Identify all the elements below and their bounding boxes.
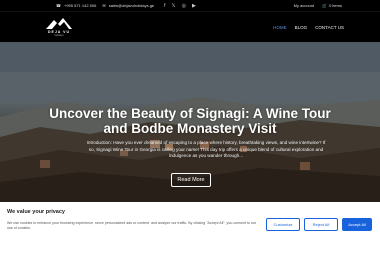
mountain-logo-icon [46,18,72,29]
facebook-icon[interactable]: f [164,3,165,9]
instagram-icon[interactable]: ◎ [182,3,186,9]
cart-count: 0 items [329,3,342,8]
hero-title[interactable]: Uncover the Beauty of Signagi: A Wine To… [40,106,340,136]
phone-number[interactable]: +995 571 142 506 [64,3,96,8]
nav-links: HOME BLOG CONTACT US [273,25,344,30]
top-bar: ☎ +995 571 142 506 ✉ sales@dejavuholiday… [0,0,380,11]
account-area: My account 🛒 0 items [294,3,342,8]
nav-home[interactable]: HOME [273,25,287,30]
my-account-link[interactable]: My account [294,3,314,8]
reject-all-button[interactable]: Reject All [304,218,338,231]
youtube-icon[interactable]: ▶ [192,3,196,9]
cart-link[interactable]: 🛒 0 items [322,3,342,8]
phone-icon: ☎ [56,3,61,8]
social-links: f 𝕏 ◎ ▶ [164,3,196,9]
nav-contact-us[interactable]: CONTACT US [315,25,344,30]
x-icon[interactable]: 𝕏 [172,3,176,9]
email-icon: ✉ [102,3,106,8]
logo[interactable]: DEJA VU holidays [44,15,74,39]
accept-all-button[interactable]: Accept All [342,218,372,231]
read-more-button[interactable]: Read More [171,173,211,187]
nav-blog[interactable]: BLOG [295,25,308,30]
cart-icon: 🛒 [322,3,328,8]
email-address[interactable]: sales@dejavuholidays.ge [109,3,154,8]
main-navigation: DEJA VU holidays HOME BLOG CONTACT US [0,11,380,42]
cookie-banner: We value your privacy We use cookies to … [0,202,380,260]
hero-excerpt: Introduction: Have you ever dreamed of e… [86,140,326,158]
hero-section: Uncover the Beauty of Signagi: A Wine To… [0,42,380,202]
cookie-text: We use cookies to enhance your browsing … [7,221,257,230]
contact-info: ☎ +995 571 142 506 ✉ sales@dejavuholiday… [56,3,154,8]
cookie-buttons: Customize Reject All Accept All [266,218,372,231]
logo-subtitle: holidays [54,34,64,37]
cookie-title: We value your privacy [7,209,65,215]
customize-button[interactable]: Customize [266,218,300,231]
